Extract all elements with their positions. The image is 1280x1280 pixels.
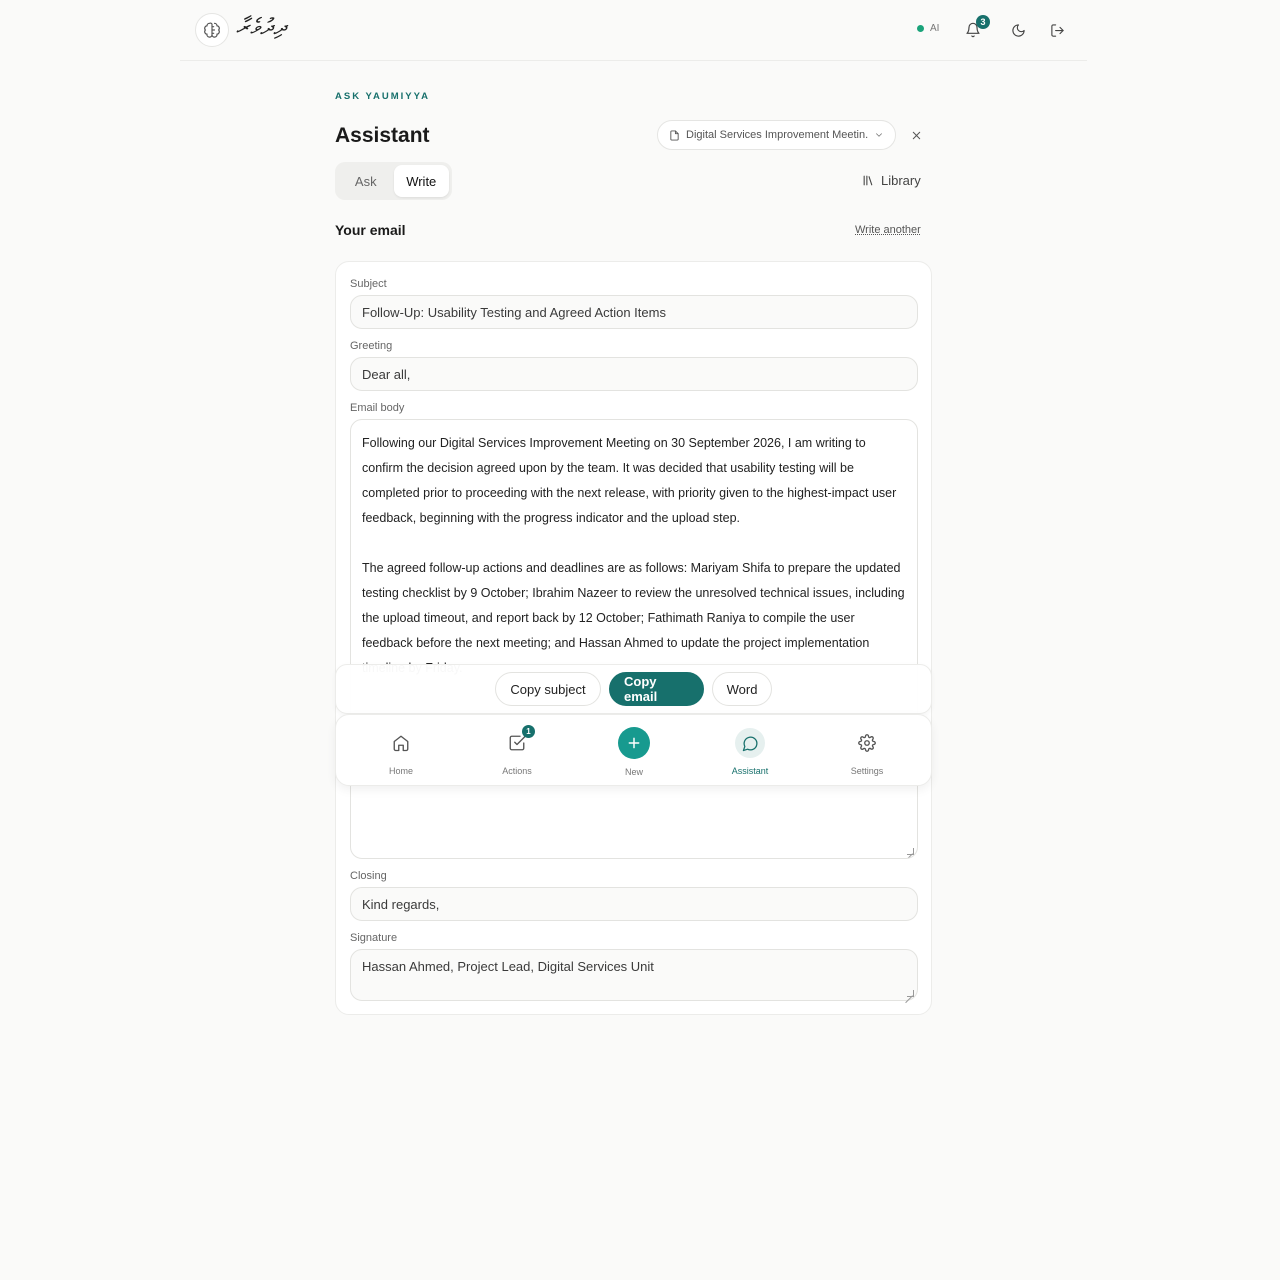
greeting-field[interactable]: Dear all, [350,357,918,391]
library-button[interactable]: Library [862,173,921,188]
closing-label: Closing [350,870,387,882]
email-body-paragraph: The agreed follow-up actions and deadlin… [362,561,905,675]
checkbox-icon: 1 [502,725,535,758]
bottom-nav: Home 1 Actions New Assistant Settings [335,714,932,786]
moon-icon[interactable] [1007,19,1029,41]
email-body-label: Email body [350,402,405,414]
section-title: Your email [335,222,406,238]
nav-item-assistant[interactable]: Assistant [705,715,795,787]
email-card: Subject Follow-Up: Usability Testing and… [335,261,932,1015]
email-actions: Copy subject Copy email Word [335,664,932,714]
ai-status: AI [917,23,939,34]
signature-field[interactable]: Hassan Ahmed, Project Lead, Digital Serv… [350,949,918,1001]
nav-label-actions: Actions [502,766,532,776]
home-icon [386,728,416,758]
document-selector[interactable]: Digital Services Improvement Meetin... [657,120,896,150]
nav-label-new: New [624,767,643,777]
document-selector-label: Digital Services Improvement Meetin... [686,129,868,141]
nav-label-home: Home [388,766,413,776]
nav-item-new[interactable]: New [589,715,679,787]
chat-icon [735,728,765,758]
tab-write[interactable]: Write [393,165,449,197]
library-icon [863,175,873,186]
copy-email-button[interactable]: Copy email [609,672,704,706]
greeting-label: Greeting [350,340,393,352]
library-label: Library [881,173,921,188]
nav-label-assistant: Assistant [731,766,769,776]
email-body-paragraph: Following our Digital Services Improveme… [362,436,897,525]
page-eyebrow: ASK YAUMIYYA [335,91,430,102]
ai-status-label: AI [930,23,940,34]
app-logo-text: ދިދުވެރާ [236,15,288,40]
write-another-link[interactable]: Write another [855,224,921,236]
gear-icon [852,728,882,758]
chevron-down-icon [876,133,882,137]
close-icon[interactable] [908,127,924,143]
word-export-button[interactable]: Word [712,672,772,706]
notification-count-badge: 3 [976,15,990,29]
closing-field[interactable]: Kind regards, [350,887,918,921]
mode-switch: Ask Write [335,162,452,200]
actions-count-badge: 1 [522,725,535,738]
subject-field[interactable]: Follow-Up: Usability Testing and Agreed … [350,295,918,329]
email-body-field[interactable]: Following our Digital Services Improveme… [350,419,918,859]
copy-subject-button[interactable]: Copy subject [495,672,601,706]
page-title: Assistant [335,124,430,147]
signature-label: Signature [350,932,398,944]
document-icon [670,129,679,141]
nav-item-actions[interactable]: 1 Actions [472,715,562,787]
signature-text: Hassan Ahmed, Project Lead, Digital Serv… [362,959,654,974]
nav-item-settings[interactable]: Settings [822,715,912,787]
ai-status-dot-icon [917,25,924,32]
plus-icon [618,727,650,759]
top-bar: ދިދުވެރާ AI 3 [180,0,1087,61]
subject-label: Subject [350,278,387,290]
resize-handle-icon[interactable] [907,990,914,997]
nav-item-home[interactable]: Home [356,715,446,787]
brain-logo-icon[interactable] [195,13,229,47]
logout-icon[interactable] [1046,19,1068,41]
nav-label-settings: Settings [850,766,884,776]
resize-handle-icon[interactable] [907,848,914,855]
tab-ask[interactable]: Ask [338,165,394,197]
